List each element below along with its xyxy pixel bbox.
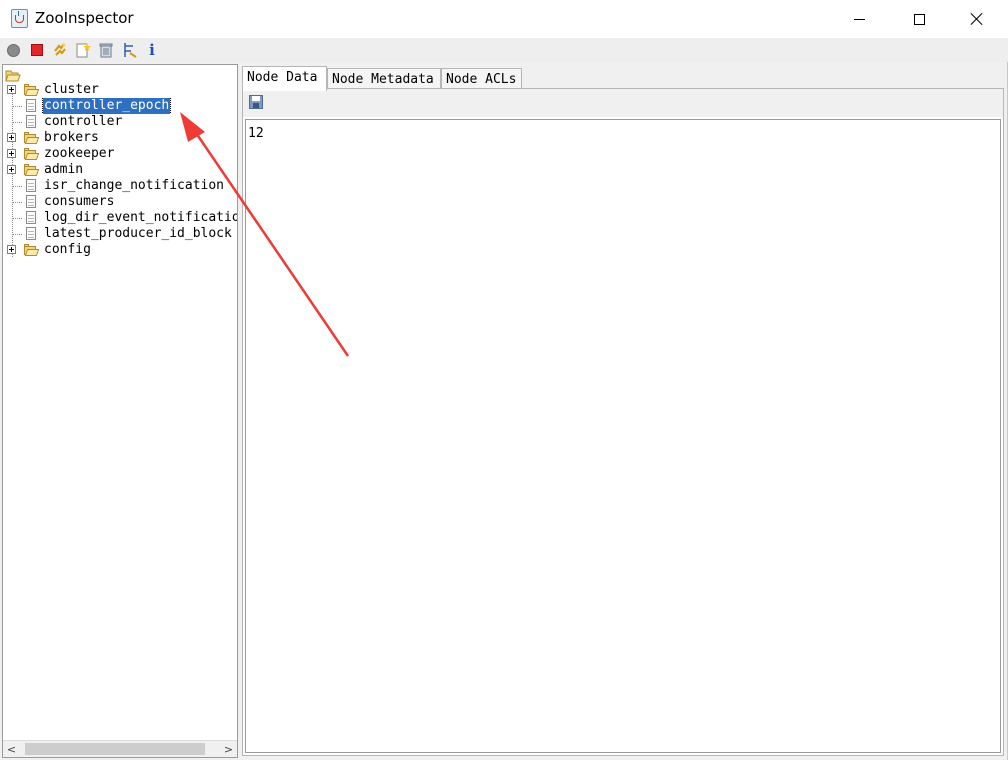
- node-data-value[interactable]: 12: [248, 126, 264, 141]
- about-button[interactable]: i: [143, 41, 161, 59]
- file-icon: [23, 195, 39, 209]
- delete-node-button[interactable]: [97, 41, 115, 59]
- connect-button[interactable]: [4, 41, 22, 59]
- close-icon: [970, 12, 984, 26]
- tree-node-brokers[interactable]: brokers: [3, 130, 237, 146]
- add-node-button[interactable]: [74, 41, 92, 59]
- tab-node-acls[interactable]: Node ACLs: [441, 68, 522, 90]
- tree-node-label: brokers: [44, 130, 99, 145]
- data-toolbar: [243, 89, 1003, 117]
- maximize-button[interactable]: [890, 0, 948, 38]
- disconnect-button[interactable]: [28, 41, 46, 59]
- tree-node-label: zookeeper: [44, 146, 115, 161]
- save-button[interactable]: [249, 95, 265, 111]
- trash-icon: [99, 43, 113, 58]
- connect-icon: [6, 43, 20, 57]
- scroll-left-button[interactable]: <: [3, 741, 20, 757]
- scroll-right-button[interactable]: >: [220, 741, 237, 757]
- toolbar: i: [0, 38, 1008, 62]
- tab-content: 12: [242, 88, 1004, 756]
- minimize-button[interactable]: [830, 0, 888, 38]
- settings-button[interactable]: [120, 41, 138, 59]
- tree-node-label: consumers: [44, 194, 115, 209]
- node-details-panel: Node Data Node Metadata Node ACLs 12: [242, 64, 1006, 758]
- expand-icon[interactable]: [7, 133, 16, 142]
- title-bar: ZooInspector: [0, 0, 1008, 38]
- expand-icon[interactable]: [7, 245, 16, 254]
- file-icon: [23, 179, 39, 193]
- tree-node-controller[interactable]: controller: [3, 114, 237, 130]
- tree-horizontal-scrollbar[interactable]: < >: [3, 740, 237, 757]
- tree-node-label: isr_change_notification: [44, 178, 225, 193]
- node-data-editor[interactable]: 12: [245, 119, 1001, 753]
- zooinspector-window: ZooInspector i cluster controller_epoch …: [0, 0, 1008, 760]
- root-folder-icon[interactable]: [5, 69, 21, 83]
- node-tree-panel[interactable]: cluster controller_epoch controller brok…: [2, 64, 238, 758]
- tree-node-cluster[interactable]: cluster: [3, 82, 237, 98]
- folder-icon: [23, 83, 40, 97]
- tree-node-label: log_dir_event_notification: [44, 210, 237, 225]
- expand-icon[interactable]: [7, 149, 16, 158]
- file-icon: [23, 115, 39, 129]
- java-app-icon: [11, 9, 28, 28]
- maximize-icon: [913, 13, 925, 25]
- tree-node-label: controller: [44, 114, 123, 129]
- tree-node-label: admin: [44, 162, 84, 177]
- file-icon: [23, 211, 39, 225]
- close-button[interactable]: [948, 0, 1006, 38]
- tree-node-consumers[interactable]: consumers: [3, 194, 237, 210]
- tree-node-label: cluster: [44, 82, 99, 97]
- minimize-icon: [853, 18, 865, 20]
- expand-icon[interactable]: [7, 85, 16, 94]
- window-title: ZooInspector: [35, 9, 134, 27]
- folder-icon: [23, 147, 40, 161]
- file-icon: [23, 99, 39, 113]
- stop-icon: [31, 44, 43, 56]
- folder-icon: [23, 163, 40, 177]
- tree-node-label: latest_producer_id_block: [44, 226, 232, 241]
- settings-icon: [124, 43, 137, 58]
- tree-node-label: controller_epoch: [41, 98, 172, 114]
- tree-node-admin[interactable]: admin: [3, 162, 237, 178]
- tree-node-controller-epoch[interactable]: controller_epoch: [3, 98, 237, 114]
- add-node-icon: [76, 43, 91, 58]
- tree-node-zookeeper[interactable]: zookeeper: [3, 146, 237, 162]
- expand-icon[interactable]: [7, 165, 16, 174]
- tab-node-metadata[interactable]: Node Metadata: [327, 68, 441, 90]
- info-icon: i: [149, 41, 155, 59]
- scrollbar-thumb[interactable]: [25, 743, 205, 755]
- tree-node-latest-producer-id-block[interactable]: latest_producer_id_block: [3, 226, 237, 242]
- tree-node-log-dir-event-notification[interactable]: log_dir_event_notification: [3, 210, 237, 226]
- tab-node-data[interactable]: Node Data: [242, 66, 327, 91]
- tree-node-config[interactable]: config: [3, 242, 237, 258]
- folder-icon: [23, 131, 40, 145]
- tree-node-isr-change-notification[interactable]: isr_change_notification: [3, 178, 237, 194]
- tree-node-label: config: [44, 242, 91, 257]
- file-icon: [23, 227, 39, 241]
- folder-icon: [23, 243, 40, 257]
- refresh-button[interactable]: [51, 41, 69, 59]
- refresh-icon: [54, 43, 66, 56]
